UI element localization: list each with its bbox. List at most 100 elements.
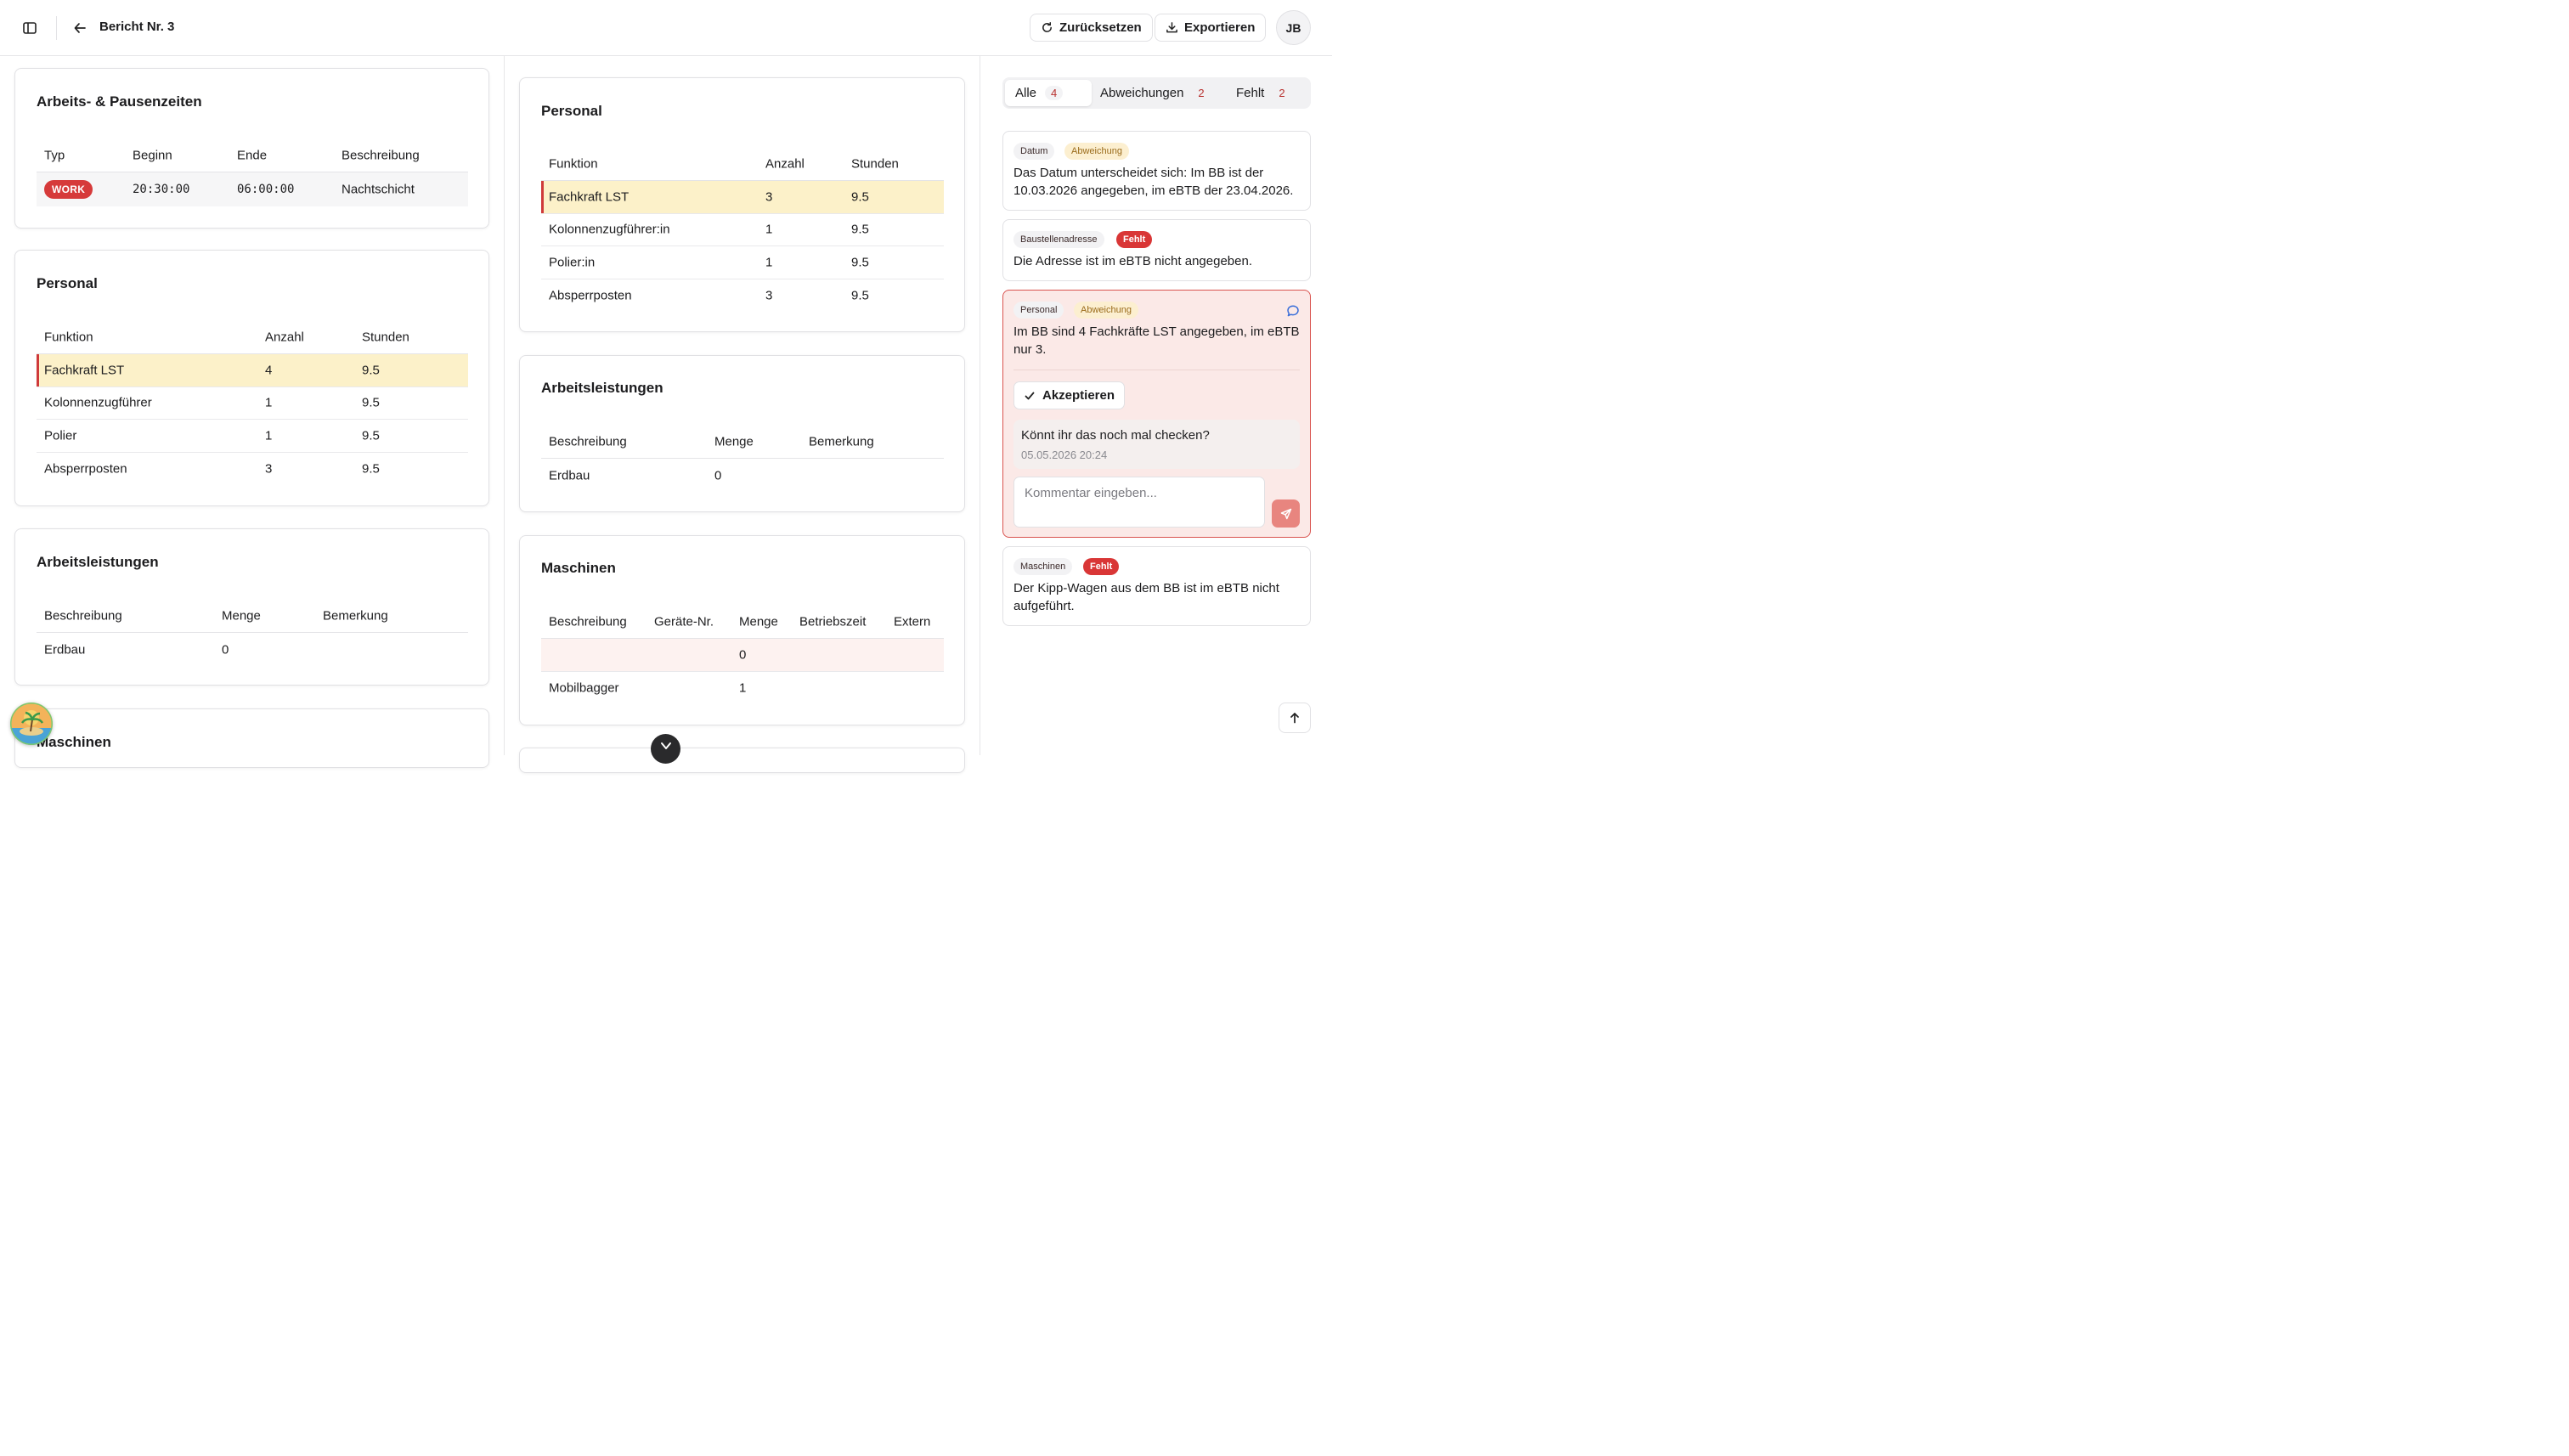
cell-function: Absperrposten [44, 461, 127, 477]
reset-icon [1042, 21, 1052, 32]
col-header: Beschreibung [549, 434, 627, 449]
issue-card[interactable]: Datum Abweichung Das Datum unterscheidet… [1002, 131, 1311, 211]
cell-hours: 9.5 [362, 461, 380, 477]
col-header: Beschreibung [549, 614, 627, 629]
sidebar-toggle-icon[interactable] [20, 18, 40, 38]
work-title: Arbeitsleistungen [37, 554, 159, 570]
tab-count-badge: 4 [1045, 86, 1064, 100]
cell-quantity: 0 [739, 647, 747, 663]
cell-function: Polier:in [549, 255, 596, 270]
cell-hours: 9.5 [851, 222, 869, 237]
accept-button[interactable]: Akzeptieren [1013, 381, 1126, 409]
app-logo[interactable] [10, 703, 53, 745]
scroll-down-button[interactable] [651, 734, 680, 764]
col-header: Typ [44, 148, 65, 162]
machines-title: Maschinen [541, 560, 616, 576]
col-header: Bemerkung [809, 434, 874, 449]
col-header: Stunden [851, 156, 899, 171]
personnel-table: Funktion Anzahl Stunden Fachkraft LST 3 … [541, 147, 944, 312]
category-badge: Datum [1013, 143, 1055, 160]
tab-label: Alle [1015, 86, 1037, 100]
cell-count: 3 [265, 461, 273, 477]
machines-card-left: Maschinen [14, 708, 489, 768]
tab-missing[interactable]: Fehlt 2 [1226, 80, 1301, 106]
reset-button[interactable]: Zurücksetzen [1030, 14, 1153, 42]
table-row-missing[interactable]: 0 [541, 639, 944, 672]
next-card-stub [519, 748, 965, 773]
comment-timestamp: 05.05.2026 20:24 [1021, 449, 1108, 461]
table-row: Mobilbagger 1 [541, 672, 944, 705]
cell-description: Erdbau [549, 468, 590, 483]
machines-card-middle: Maschinen Beschreibung Geräte-Nr. Menge … [519, 535, 965, 725]
scroll-to-top-button[interactable] [1279, 703, 1311, 733]
col-header: Ende [237, 148, 268, 162]
status-badge: Abweichung [1074, 302, 1138, 319]
times-title: Arbeits- & Pausenzeiten [37, 93, 202, 110]
col-header: Beginn [133, 148, 172, 162]
table-header: Funktion Anzahl Stunden [541, 147, 944, 181]
table-header: Beschreibung Menge Bemerkung [541, 425, 944, 459]
cell-count: 3 [765, 288, 773, 303]
tab-label: Abweichungen [1100, 86, 1184, 100]
table-header: Beschreibung Geräte-Nr. Menge Betriebsze… [541, 605, 944, 639]
issue-card[interactable]: Maschinen Fehlt Der Kipp-Wagen aus dem B… [1002, 546, 1311, 626]
chevron-down-icon [660, 742, 671, 749]
cell-hours: 9.5 [851, 189, 869, 205]
personnel-title: Personal [37, 275, 98, 291]
export-button[interactable]: Exportieren [1155, 14, 1267, 42]
table-row-highlighted[interactable]: Fachkraft LST 4 9.5 [37, 354, 468, 387]
cell-count: 4 [265, 363, 273, 378]
personnel-title: Personal [541, 103, 602, 119]
arrow-up-icon [1290, 713, 1299, 724]
cell-count: 1 [765, 255, 773, 270]
table-row: Polier 1 9.5 [37, 420, 468, 453]
issue-card[interactable]: Baustellenadresse Fehlt Die Adresse ist … [1002, 219, 1311, 281]
send-comment-button[interactable] [1272, 499, 1300, 528]
table-row: Kolonnenzugführer 1 9.5 [37, 387, 468, 420]
col-header: Anzahl [265, 330, 304, 344]
col-header: Menge [222, 608, 261, 623]
cell-count: 3 [765, 189, 773, 205]
check-icon [1025, 392, 1035, 399]
cell-description: Erdbau [44, 642, 86, 657]
comment-icon[interactable] [1286, 304, 1300, 318]
tab-label: Fehlt [1236, 86, 1265, 100]
cell-quantity: 0 [714, 468, 722, 483]
table-row: Absperrposten 3 9.5 [37, 453, 468, 486]
col-header: Betriebszeit [799, 614, 867, 629]
table-row: Kolonnenzugführer:in 1 9.5 [541, 214, 944, 246]
col-header: Geräte-Nr. [654, 614, 714, 629]
work-type-badge: WORK [44, 180, 93, 199]
cell-quantity: 0 [222, 642, 229, 657]
col-header: Extern [894, 614, 931, 629]
tab-all[interactable]: Alle 4 [1005, 80, 1092, 106]
work-table: Beschreibung Menge Bemerkung Erdbau 0 [541, 425, 944, 492]
comment-input[interactable] [1013, 477, 1265, 528]
tab-deviations[interactable]: Abweichungen 2 [1090, 80, 1221, 106]
shift-description: Nachtschicht [342, 182, 415, 197]
status-badge: Abweichung [1064, 143, 1129, 160]
end-time: 06:00:00 [237, 183, 295, 196]
cell-quantity: 1 [739, 680, 747, 696]
cell-hours: 9.5 [851, 288, 869, 303]
issue-description: Das Datum unterscheidet sich: Im BB ist … [1013, 166, 1294, 198]
table-row-highlighted[interactable]: Fachkraft LST 3 9.5 [541, 181, 944, 214]
table-row: Absperrposten 3 9.5 [541, 279, 944, 313]
comment-bubble: Könnt ihr das noch mal checken? 05.05.20… [1013, 420, 1300, 469]
issue-card-selected[interactable]: Personal Abweichung Im BB sind 4 Fachkrä… [1002, 290, 1311, 538]
page-title: Bericht Nr. 3 [99, 20, 175, 34]
accept-label: Akzeptieren [1042, 388, 1115, 403]
personnel-table: Funktion Anzahl Stunden Fachkraft LST 4 … [37, 320, 468, 485]
header-divider [56, 16, 57, 40]
comment-text: Könnt ihr das noch mal checken? [1021, 428, 1210, 443]
cell-function: Polier [44, 428, 77, 443]
work-card-middle: Arbeitsleistungen Beschreibung Menge Bem… [519, 355, 965, 512]
cell-function: Kolonnenzugführer [44, 395, 152, 410]
table-row: WORK 20:30:00 06:00:00 Nachtschicht [37, 172, 468, 206]
back-arrow-icon[interactable] [70, 18, 90, 38]
status-badge: Fehlt [1116, 231, 1153, 248]
user-avatar[interactable]: JB [1276, 10, 1311, 45]
send-icon [1280, 508, 1291, 519]
cell-function: Fachkraft LST [44, 363, 125, 378]
col-header: Funktion [549, 156, 598, 171]
